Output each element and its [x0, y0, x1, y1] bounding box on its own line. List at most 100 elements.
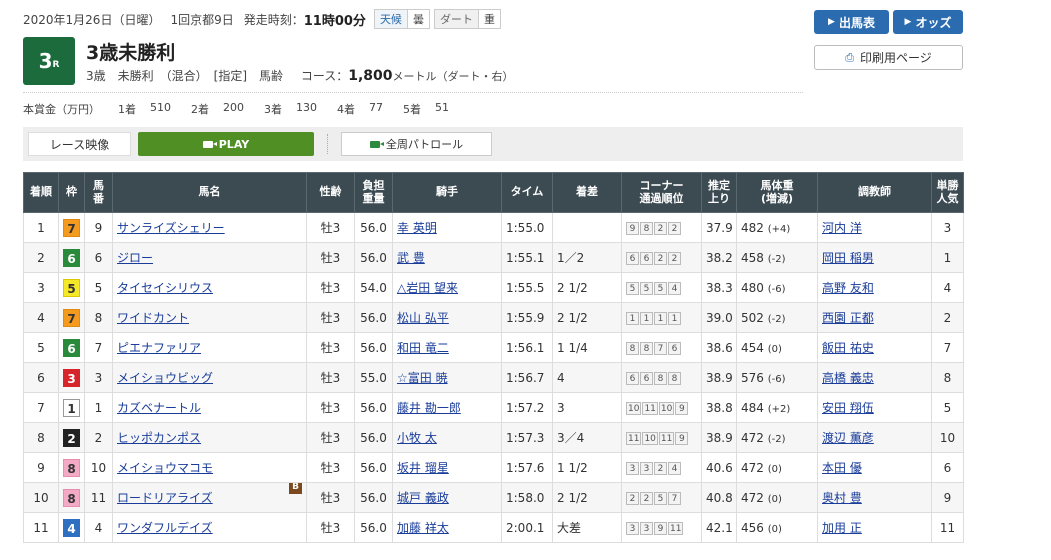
horse-name-link[interactable]: ワイドカント — [117, 311, 189, 325]
jockey-link[interactable]: 加藤 祥太 — [397, 521, 449, 535]
waku-badge: 1 — [63, 398, 80, 417]
last-3f: 38.8 — [701, 392, 737, 423]
finish-time: 1:57.6 — [501, 452, 553, 483]
horse-name-link[interactable]: ジロー — [117, 251, 153, 265]
trainer-link[interactable]: 高橋 義忠 — [822, 371, 874, 385]
horse-name-link[interactable]: カズベナートル — [117, 401, 201, 415]
horse-number: 9 — [84, 212, 113, 243]
carried-weight: 56.0 — [354, 212, 393, 243]
odds-button[interactable]: ▶ オッズ — [893, 10, 963, 34]
jockey-link[interactable]: 幸 英明 — [397, 221, 437, 235]
finish-position: 6 — [23, 362, 59, 393]
corner-position: 10 — [626, 402, 642, 415]
entries-button[interactable]: ▶ 出馬表 — [814, 10, 889, 34]
sex-age: 牡3 — [306, 422, 355, 453]
jockey-link[interactable]: ☆富田 暁 — [397, 371, 448, 385]
body-weight-change: (-6) — [767, 283, 786, 295]
waku-badge: 8 — [63, 458, 80, 477]
corner-positions: 11 10 11 9 — [621, 422, 702, 453]
race-number: 3 — [38, 49, 53, 73]
waku-badge: 2 — [63, 428, 80, 447]
column-header-margin: 着差 — [552, 172, 622, 213]
finish-time: 1:58.0 — [501, 482, 553, 513]
jockey-link[interactable]: △岩田 望来 — [397, 281, 458, 295]
jockey-link[interactable]: 武 豊 — [397, 251, 425, 265]
horse-name-link[interactable]: メイショウマコモ — [117, 461, 213, 475]
corner-position: 3 — [626, 462, 639, 475]
print-page-button[interactable]: ⎙ 印刷用ページ — [814, 45, 963, 70]
win-popularity: 1 — [931, 242, 964, 273]
jockey: 和田 竜二 — [392, 332, 502, 363]
table-row: 11 4 4 ワンダフルデイズ 牡3 56.0 加藤 祥太 2:00.1 大差 3 3 9 11 42.1… — [23, 512, 964, 543]
sex-age: 牡3 — [306, 212, 355, 243]
jockey-link[interactable]: 城戸 義政 — [397, 491, 449, 505]
horse-name-link[interactable]: ヒッポカンポス — [117, 431, 201, 445]
corner-position: 11 — [626, 432, 642, 445]
corner-position: 6 — [640, 252, 653, 265]
prize-money: 本賞金（万円） 1着 510 2着 200 3着 130 4着 77 5着 51 — [23, 101, 463, 117]
finish-time: 1:57.2 — [501, 392, 553, 423]
prize-5-label: 5着 — [403, 103, 421, 116]
body-weight-change: (0) — [767, 343, 782, 355]
trainer-link[interactable]: 飯田 祐史 — [822, 341, 874, 355]
trainer-link[interactable]: 本田 優 — [822, 461, 862, 475]
waku-badge: 5 — [63, 278, 80, 297]
table-header-row: 着順枠馬 番馬名 性齢 負担 重量 騎手 タイム 着差 コーナー 通過順位 推定 上り 馬体重 … — [23, 172, 964, 213]
horse-number: 11 — [84, 482, 113, 513]
waku-badge: 6 — [63, 338, 80, 357]
jockey-link[interactable]: 藤井 勘一郎 — [397, 401, 461, 415]
horse-name-link[interactable]: ワンダフルデイズ — [117, 521, 213, 535]
sex-age: 牡3 — [306, 242, 355, 273]
prize-5-value: 51 — [435, 101, 449, 114]
corner-positions: 6622 — [621, 242, 702, 273]
course-label: コース： — [300, 69, 349, 83]
trainer-link[interactable]: 奥村 豊 — [822, 491, 862, 505]
jockey-link[interactable]: 和田 竜二 — [397, 341, 449, 355]
trainer-link[interactable]: 安田 翔伍 — [822, 401, 874, 415]
play-video-button[interactable]: PLAY — [138, 132, 314, 156]
corner-position: 9 — [654, 522, 667, 535]
horse-name-link[interactable]: サンライズシェリー — [117, 221, 225, 235]
trainer-link[interactable]: 河内 洋 — [822, 221, 862, 235]
horse-name-link[interactable]: ピエナファリア — [117, 341, 201, 355]
finish-time: 1:56.1 — [501, 332, 553, 363]
trainer-link[interactable]: 岡田 稲男 — [822, 251, 874, 265]
horse-name-link[interactable]: メイショウビッグ — [117, 371, 213, 385]
patrol-video-button[interactable]: 全周パトロール — [341, 132, 492, 156]
corner-position: 11 — [658, 432, 675, 445]
corner-position: 1 — [668, 312, 681, 325]
horse-name: カズベナートル — [112, 392, 307, 423]
column-header-bw: 馬体重 (増減) — [736, 172, 818, 213]
body-weight-change: (-2) — [767, 253, 786, 265]
horse-name-link[interactable]: タイセイシリウス — [117, 281, 213, 295]
jockey: 小牧 太 — [392, 422, 502, 453]
horse-name-link[interactable]: ロードリアライズ — [117, 491, 213, 505]
win-popularity: 10 — [931, 422, 964, 453]
play-label: PLAY — [218, 137, 250, 151]
corner-positions: 9822 — [621, 212, 702, 243]
margin: 3／4 — [552, 422, 622, 453]
jockey-link[interactable]: 坂井 瑠星 — [397, 461, 449, 475]
trainer-link[interactable]: 加用 正 — [822, 521, 862, 535]
corner-position: 5 — [626, 282, 639, 295]
trainer-link[interactable]: 西園 正都 — [822, 311, 874, 325]
carried-weight: 56.0 — [354, 422, 393, 453]
jockey-link[interactable]: 小牧 太 — [397, 431, 437, 445]
body-weight: 472 (0) — [736, 452, 818, 483]
trainer-link[interactable]: 渡辺 薫彦 — [822, 431, 874, 445]
body-weight-value: 482 — [741, 220, 764, 235]
corner-position: 8 — [654, 372, 667, 385]
waku-cell: 4 — [58, 512, 85, 543]
win-popularity: 4 — [931, 272, 964, 303]
jockey: △岩田 望来 — [392, 272, 502, 303]
body-weight: 576 (-6) — [736, 362, 818, 393]
waku-cell: 3 — [58, 362, 85, 393]
race-number-badge: 3R — [23, 37, 75, 85]
sex-age: 牡3 — [306, 392, 355, 423]
finish-position: 3 — [23, 272, 59, 303]
body-weight-value: 458 — [741, 250, 764, 265]
trainer-link[interactable]: 高野 友和 — [822, 281, 874, 295]
body-weight-value: 472 — [741, 460, 764, 475]
race-meeting: 1回京都9日 — [170, 12, 234, 27]
jockey-link[interactable]: 松山 弘平 — [397, 311, 449, 325]
